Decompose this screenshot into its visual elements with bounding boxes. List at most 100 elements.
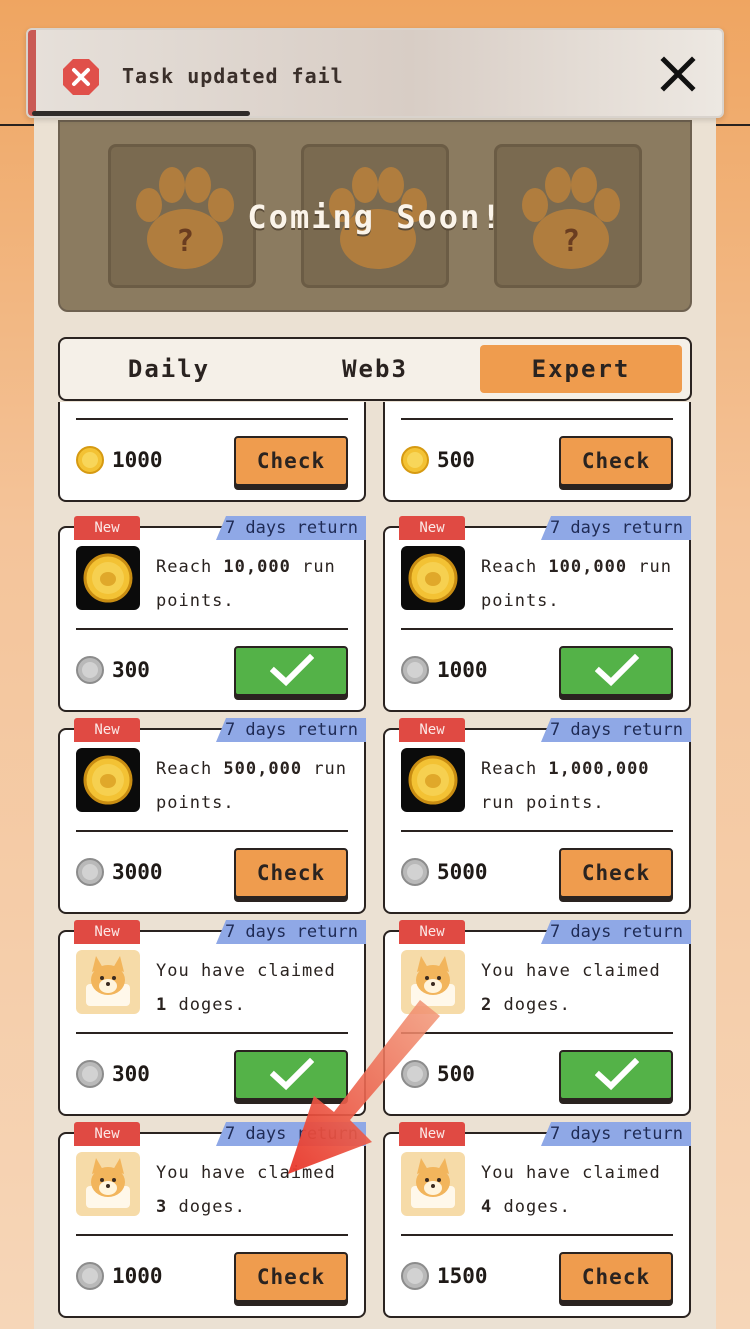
return-badge: 7 days return — [541, 516, 691, 540]
gold-coin-icon — [83, 553, 133, 603]
task-description: Reach 100,000 run points. — [481, 550, 681, 618]
silver-coin-icon — [76, 858, 104, 886]
reward-amount: 300 — [112, 1062, 150, 1086]
task-description: You have claimed 3 doges. — [156, 1156, 356, 1224]
check-button[interactable]: Check — [234, 436, 348, 486]
desc-prefix: You have claimed — [156, 1163, 336, 1183]
task-card: 500 Check — [383, 402, 691, 502]
task-card: New 7 days return Reach 10,000 run points.… — [58, 516, 366, 712]
new-badge: New — [399, 920, 465, 944]
task-icon — [401, 546, 465, 610]
task-description: Reach 10,000 run points. — [156, 550, 356, 618]
task-card: 1000 Check — [58, 402, 366, 502]
gold-coin-icon — [408, 553, 458, 603]
coming-soon-banner: ? ? Coming Soon! — [58, 120, 692, 312]
doge-icon — [411, 1158, 455, 1208]
toast-accent — [28, 30, 36, 116]
new-badge: New — [74, 516, 140, 540]
reward-amount: 300 — [112, 658, 150, 682]
silver-coin-icon — [401, 858, 429, 886]
desc-prefix: Reach — [481, 557, 549, 577]
check-button[interactable]: Check — [559, 1252, 673, 1302]
silver-coin-icon — [401, 656, 429, 684]
checkmark-icon — [595, 654, 639, 687]
reward-amount: 1000 — [437, 658, 488, 682]
task-card: New 7 days return You have claimed 1 doges… — [58, 920, 366, 1116]
doge-icon — [86, 956, 130, 1006]
reward-amount: 1500 — [437, 1264, 488, 1288]
new-badge: New — [399, 1122, 465, 1146]
toast-progress-bar — [32, 111, 250, 116]
silver-coin-icon — [76, 1060, 104, 1088]
task-icon — [76, 950, 140, 1014]
error-icon — [63, 59, 99, 95]
new-badge: New — [74, 920, 140, 944]
desc-bold: 2 — [481, 995, 493, 1015]
category-tabs: Daily Web3 Expert — [58, 337, 692, 401]
card-divider — [401, 418, 673, 420]
checkmark-icon — [595, 1058, 639, 1091]
completed-button[interactable] — [234, 1050, 348, 1100]
gold-coin-icon — [401, 446, 429, 474]
task-icon — [401, 1152, 465, 1216]
completed-button[interactable] — [559, 646, 673, 696]
tab-web3[interactable]: Web3 — [274, 345, 476, 393]
doge-icon — [86, 1158, 130, 1208]
tab-expert[interactable]: Expert — [480, 345, 682, 393]
return-badge: 7 days return — [541, 920, 691, 944]
return-badge: 7 days return — [216, 1122, 366, 1146]
desc-prefix: Reach — [481, 759, 549, 779]
return-badge: 7 days return — [216, 920, 366, 944]
silver-coin-icon — [76, 656, 104, 684]
gold-coin-icon — [76, 446, 104, 474]
check-button[interactable]: Check — [559, 436, 673, 486]
completed-button[interactable] — [559, 1050, 673, 1100]
check-button[interactable]: Check — [234, 1252, 348, 1302]
card-divider — [401, 1234, 673, 1236]
return-badge: 7 days return — [216, 718, 366, 742]
close-icon[interactable] — [660, 56, 696, 92]
desc-bold: 1 — [156, 995, 168, 1015]
gold-coin-icon — [408, 755, 458, 805]
desc-suffix: doges. — [492, 995, 571, 1015]
task-card: New 7 days return You have claimed 3 doges… — [58, 1122, 366, 1318]
new-badge: New — [74, 718, 140, 742]
desc-bold: 4 — [481, 1197, 493, 1217]
reward-amount: 1000 — [112, 448, 163, 472]
silver-coin-icon — [76, 1262, 104, 1290]
task-description: Reach 1,000,000 run points. — [481, 752, 681, 820]
check-button[interactable]: Check — [559, 848, 673, 898]
desc-suffix: run points. — [481, 793, 605, 813]
task-card: New 7 days return You have claimed 2 doges… — [383, 920, 691, 1116]
task-description: You have claimed 4 doges. — [481, 1156, 681, 1224]
task-card: New 7 days return Reach 100,000 run points… — [383, 516, 691, 712]
desc-prefix: You have claimed — [481, 961, 661, 981]
task-card: New 7 days return Reach 500,000 run points… — [58, 718, 366, 914]
desc-bold: 500,000 — [223, 759, 303, 779]
desc-prefix: You have claimed — [481, 1163, 661, 1183]
doge-icon — [411, 956, 455, 1006]
new-badge: New — [74, 1122, 140, 1146]
card-divider — [401, 1032, 673, 1034]
checkmark-icon — [270, 654, 314, 687]
task-card: New 7 days return Reach 1,000,000 run poin… — [383, 718, 691, 914]
return-badge: 7 days return — [541, 1122, 691, 1146]
completed-button[interactable] — [234, 646, 348, 696]
check-button[interactable]: Check — [234, 848, 348, 898]
tab-daily[interactable]: Daily — [68, 345, 270, 393]
error-toast: Task updated fail — [26, 28, 724, 118]
desc-bold: 10,000 — [223, 557, 291, 577]
desc-suffix: doges. — [167, 995, 246, 1015]
desc-bold: 3 — [156, 1197, 168, 1217]
coming-soon-text: Coming Soon! — [247, 198, 503, 236]
return-badge: 7 days return — [541, 718, 691, 742]
task-description: You have claimed 2 doges. — [481, 954, 681, 1022]
silver-coin-icon — [401, 1262, 429, 1290]
reward-amount: 500 — [437, 1062, 475, 1086]
task-icon — [76, 1152, 140, 1216]
reward-amount: 3000 — [112, 860, 163, 884]
desc-bold: 100,000 — [548, 557, 628, 577]
task-icon — [76, 546, 140, 610]
desc-suffix: doges. — [167, 1197, 246, 1217]
new-badge: New — [399, 718, 465, 742]
